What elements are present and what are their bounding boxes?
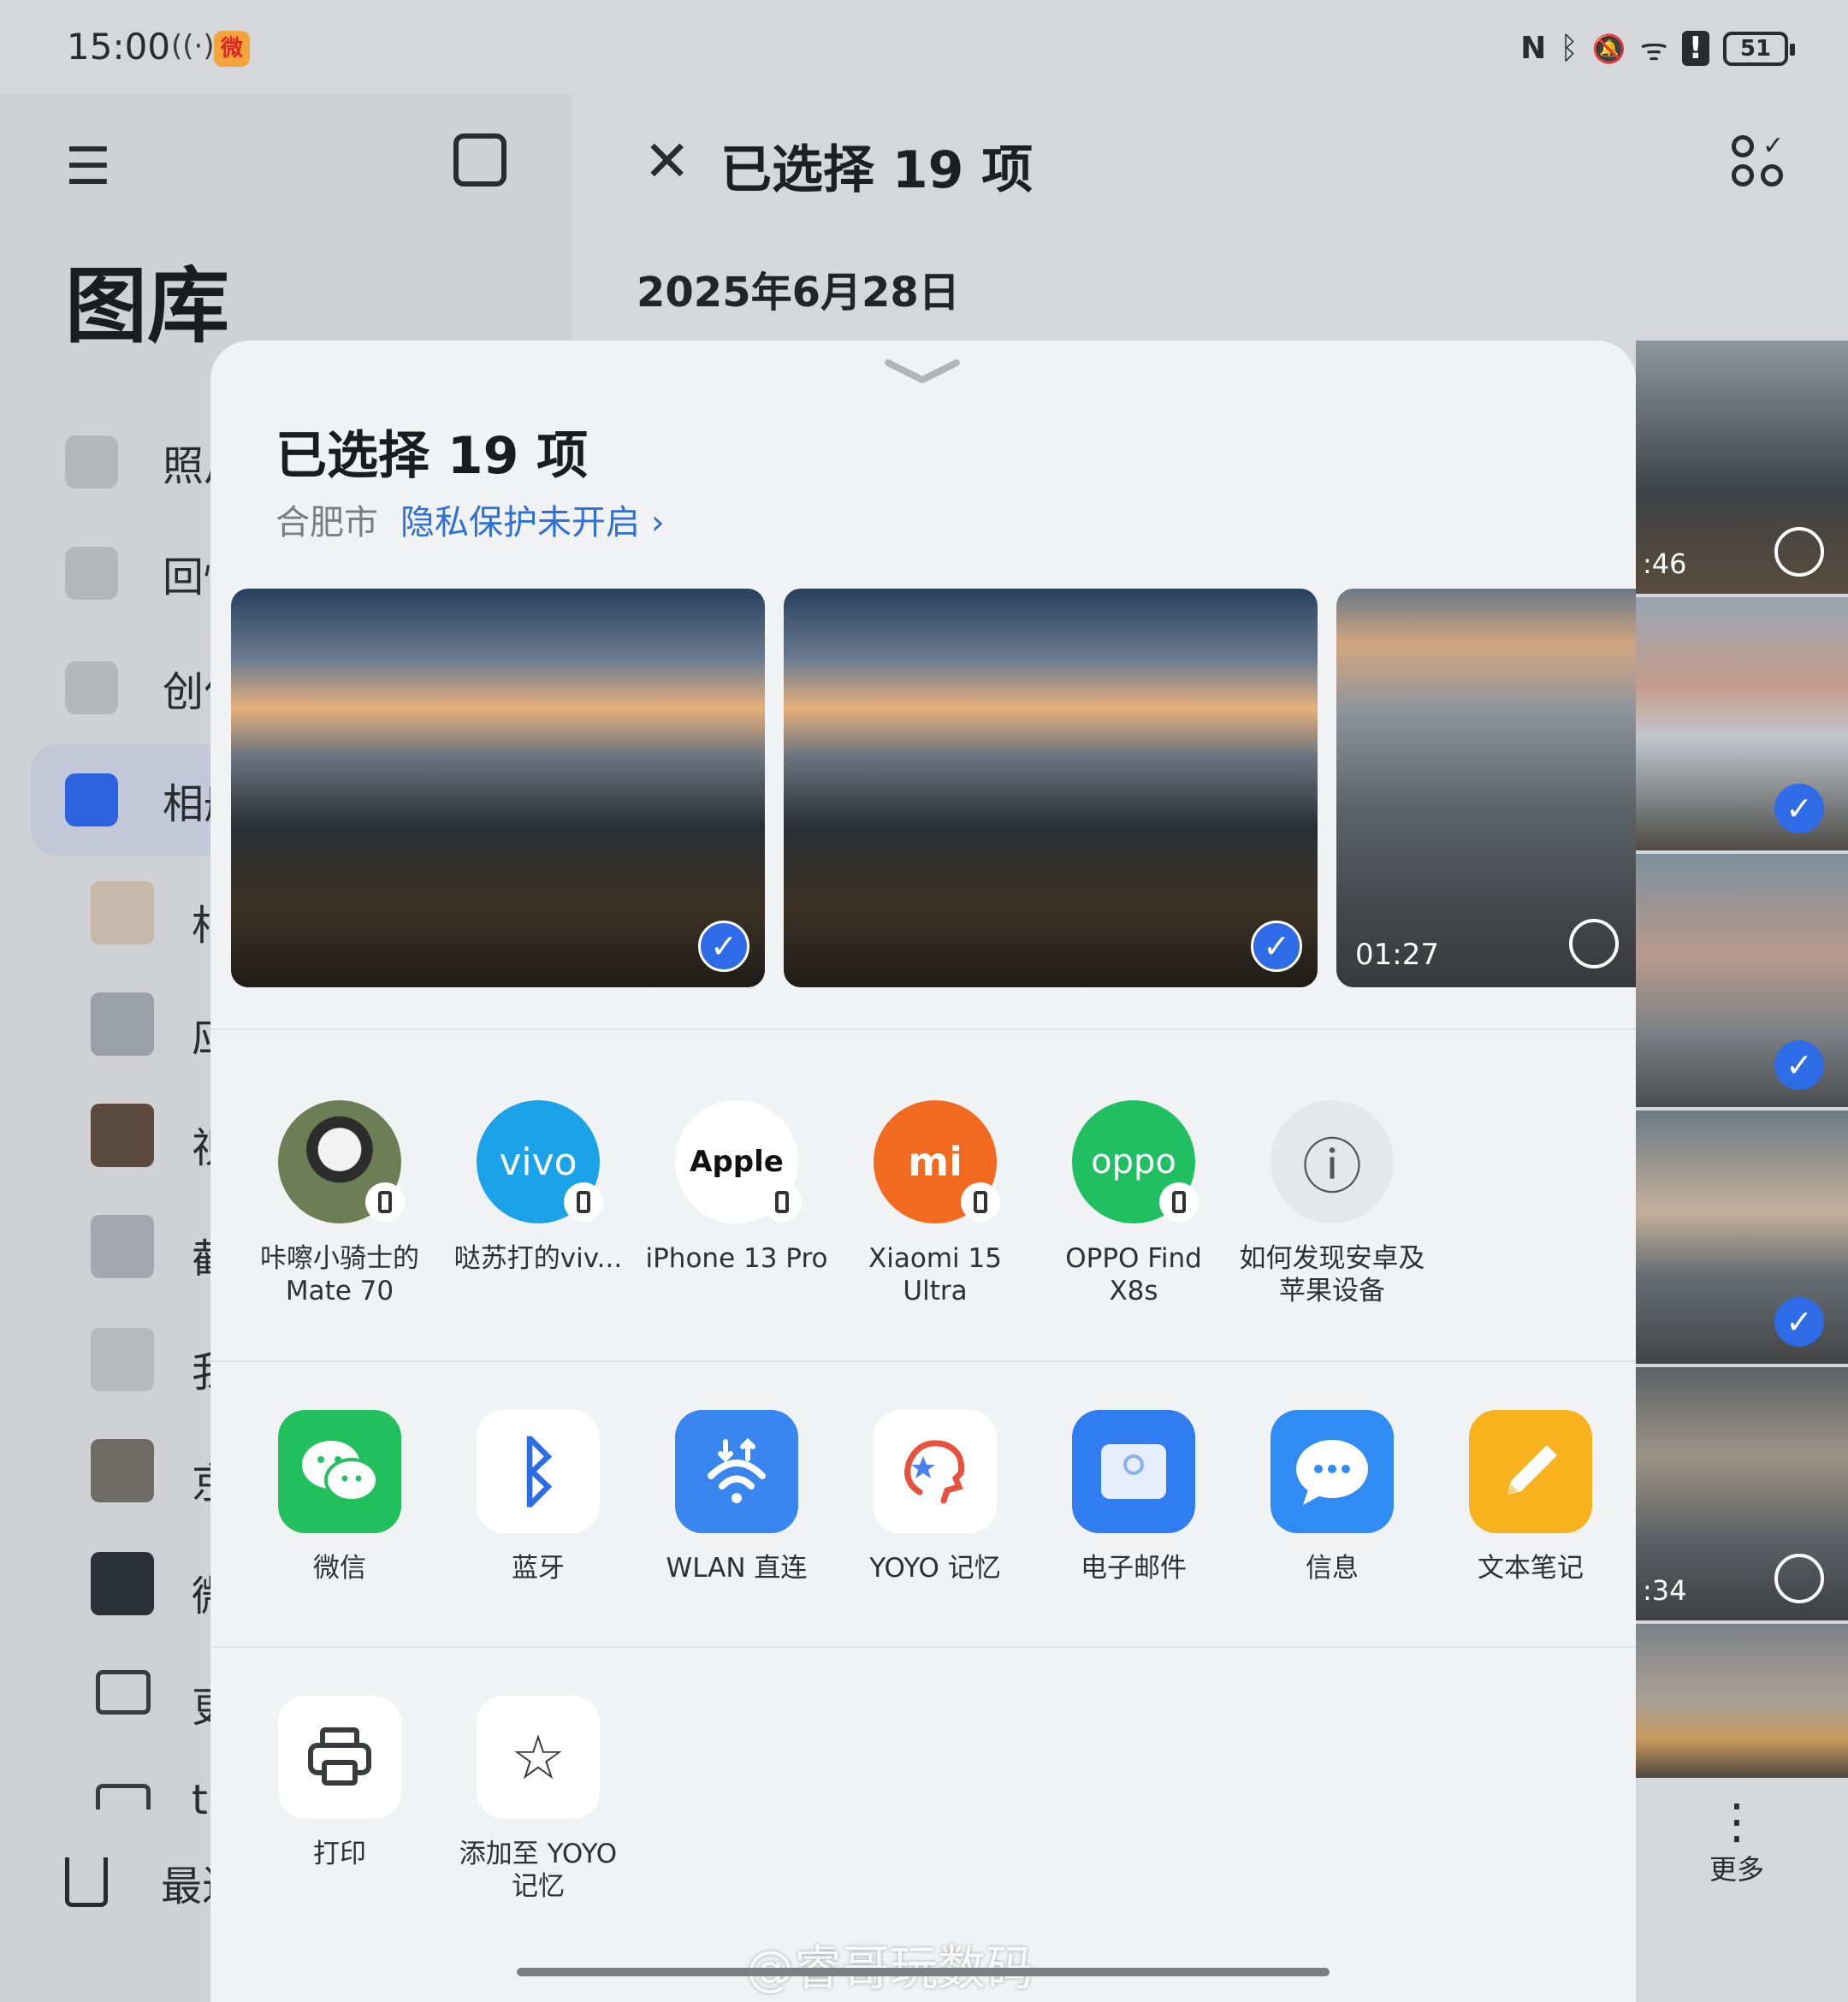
gallery-thumbnail[interactable] (1636, 1624, 1848, 1778)
share-app-wlan-direct[interactable]: WLAN 直连 (638, 1410, 835, 1584)
info-icon: ⓘ (1270, 1100, 1394, 1223)
yoyo-icon (874, 1410, 997, 1533)
album-thumb[interactable] (91, 992, 154, 1056)
gallery-title: 图库 (65, 258, 229, 354)
new-album-icon[interactable] (453, 133, 506, 187)
gallery-thumbnail[interactable]: ✓ (1636, 597, 1848, 850)
notes-pencil-icon (1469, 1410, 1592, 1533)
phone-badge-icon (961, 1182, 1000, 1222)
watermark: @睿哥玩数码 (746, 1930, 1034, 1999)
device-iphone[interactable]: Apple iPhone 13 Pro (638, 1100, 835, 1275)
action-print[interactable]: 打印 (241, 1696, 438, 1870)
album-thumb[interactable] (91, 1439, 154, 1502)
printer-icon (278, 1696, 401, 1819)
share-app-wechat[interactable]: 微信 (241, 1410, 438, 1584)
selected-check-icon[interactable]: ✓ (1251, 921, 1302, 972)
gallery-thumbnail[interactable]: :46 (1636, 341, 1848, 594)
oppo-icon: oppo (1072, 1100, 1199, 1223)
divider (210, 1028, 1636, 1030)
gallery-date: 2025年6月28日 (637, 269, 960, 317)
share-app-email[interactable]: 电子邮件 (1035, 1410, 1232, 1584)
selection-ring-icon[interactable] (1774, 527, 1824, 577)
folder-icon[interactable] (96, 1670, 151, 1715)
wechat-icon (278, 1410, 401, 1533)
select-all-icon[interactable]: ✓ (1732, 133, 1786, 190)
phone-badge-icon (1159, 1182, 1199, 1222)
preview-photo[interactable]: ✓ (231, 589, 765, 987)
device-xiaomi[interactable]: mi Xiaomi 15 Ultra (837, 1100, 1034, 1307)
location-label: 合肥市 (275, 503, 378, 542)
weibo-notification-icon: 微 (214, 31, 250, 67)
sheet-collapse-icon[interactable] (883, 354, 962, 388)
device-help[interactable]: ⓘ 如何发现安卓及 苹果设备 (1234, 1100, 1430, 1307)
album-thumb[interactable] (91, 1104, 154, 1167)
divider (210, 1360, 1636, 1362)
device-oppo[interactable]: oppo OPPO Find X8s (1035, 1100, 1232, 1307)
nfc-icon: N (1520, 31, 1547, 66)
wifi-icon: ᯤ (1639, 33, 1668, 68)
mute-icon: 🔕 (1591, 32, 1626, 65)
more-icon: ⋮ (1713, 1794, 1761, 1850)
albums-icon (65, 773, 118, 826)
close-icon[interactable]: ✕ (643, 128, 690, 194)
vivo-icon: vivo (477, 1100, 603, 1223)
gallery-thumbnail[interactable]: ✓ (1636, 1111, 1848, 1364)
gallery-thumbnail[interactable]: :34 (1636, 1367, 1848, 1620)
sheet-title: 已选择 19 项 (275, 426, 589, 486)
share-app-notes[interactable]: 文本笔记 (1432, 1410, 1629, 1584)
selected-check-icon[interactable]: ✓ (698, 921, 749, 972)
phone-badge-icon (365, 1182, 405, 1222)
album-thumb[interactable] (91, 1552, 154, 1615)
home-indicator[interactable] (517, 1968, 1330, 1976)
email-icon (1072, 1410, 1195, 1533)
message-icon (1270, 1410, 1394, 1533)
selection-ring-icon[interactable] (1774, 1554, 1824, 1603)
trash-icon (65, 1857, 108, 1907)
share-app-yoyo-memory[interactable]: YOYO 记忆 (837, 1410, 1034, 1584)
alert-icon: ! (1681, 31, 1709, 66)
photos-icon (65, 435, 118, 489)
divider (210, 1646, 1636, 1648)
apple-icon: Apple (675, 1100, 802, 1223)
privacy-link[interactable]: 隐私保护未开启 › (400, 495, 665, 544)
share-app-bluetooth[interactable]: ᛒ 蓝牙 (440, 1410, 637, 1584)
battery-icon: 51 (1723, 31, 1795, 66)
share-app-messages[interactable]: 信息 (1234, 1410, 1430, 1584)
video-duration: 01:27 (1355, 938, 1439, 972)
selected-check-icon[interactable]: ✓ (1774, 784, 1824, 833)
status-time: 15:00 (67, 26, 171, 68)
album-thumb[interactable] (91, 1215, 154, 1278)
gallery-thumbnail[interactable]: ✓ (1636, 854, 1848, 1107)
status-bar: 15:00 ((·)) 微 N ᛒ 🔕 ᯤ ! 51 (0, 0, 1848, 94)
create-icon (65, 661, 118, 714)
album-thumb[interactable] (91, 881, 154, 945)
status-icons: N ᛒ 🔕 ᯤ ! 51 (1520, 27, 1795, 69)
gallery-thumbnail-column: :46 ✓ ✓ ✓ :34 (1636, 341, 1848, 1781)
selection-ring-icon[interactable] (1569, 919, 1619, 968)
memories-icon (65, 547, 118, 600)
phone-badge-icon (762, 1182, 802, 1222)
xiaomi-icon: mi (874, 1100, 1000, 1223)
preview-photo[interactable]: ✓ (784, 589, 1318, 987)
star-icon: ☆ (477, 1696, 600, 1819)
bluetooth-icon: ᛒ (477, 1410, 600, 1533)
avatar-panda-icon (278, 1100, 405, 1223)
bluetooth-icon: ᛒ (1560, 31, 1578, 66)
action-add-to-yoyo[interactable]: ☆ 添加至 YOYO 记忆 (440, 1696, 637, 1903)
selected-check-icon[interactable]: ✓ (1774, 1297, 1824, 1347)
menu-collapse-icon[interactable]: ☰ (65, 137, 111, 197)
album-label: t (192, 1776, 208, 1824)
device-huawei-mate70[interactable]: 咔嚓小骑士的 Mate 70 (241, 1100, 438, 1307)
wlan-direct-icon (675, 1410, 798, 1533)
phone-badge-icon (564, 1182, 603, 1222)
share-sheet: 已选择 19 项 合肥市 隐私保护未开启 › ✓ ✓ 01:27 咔嚓小骑士的 … (210, 341, 1636, 2002)
more-button[interactable]: ⋮ 更多 (1677, 1794, 1797, 1887)
selected-check-icon[interactable]: ✓ (1774, 1040, 1824, 1090)
folder-icon[interactable] (96, 1784, 151, 1810)
device-vivo[interactable]: vivo 哒苏打的viv... (440, 1100, 637, 1275)
preview-video[interactable]: 01:27 (1336, 589, 1636, 987)
gallery-selection-title: 已选择 19 项 (720, 140, 1034, 200)
album-thumb[interactable] (91, 1328, 154, 1391)
